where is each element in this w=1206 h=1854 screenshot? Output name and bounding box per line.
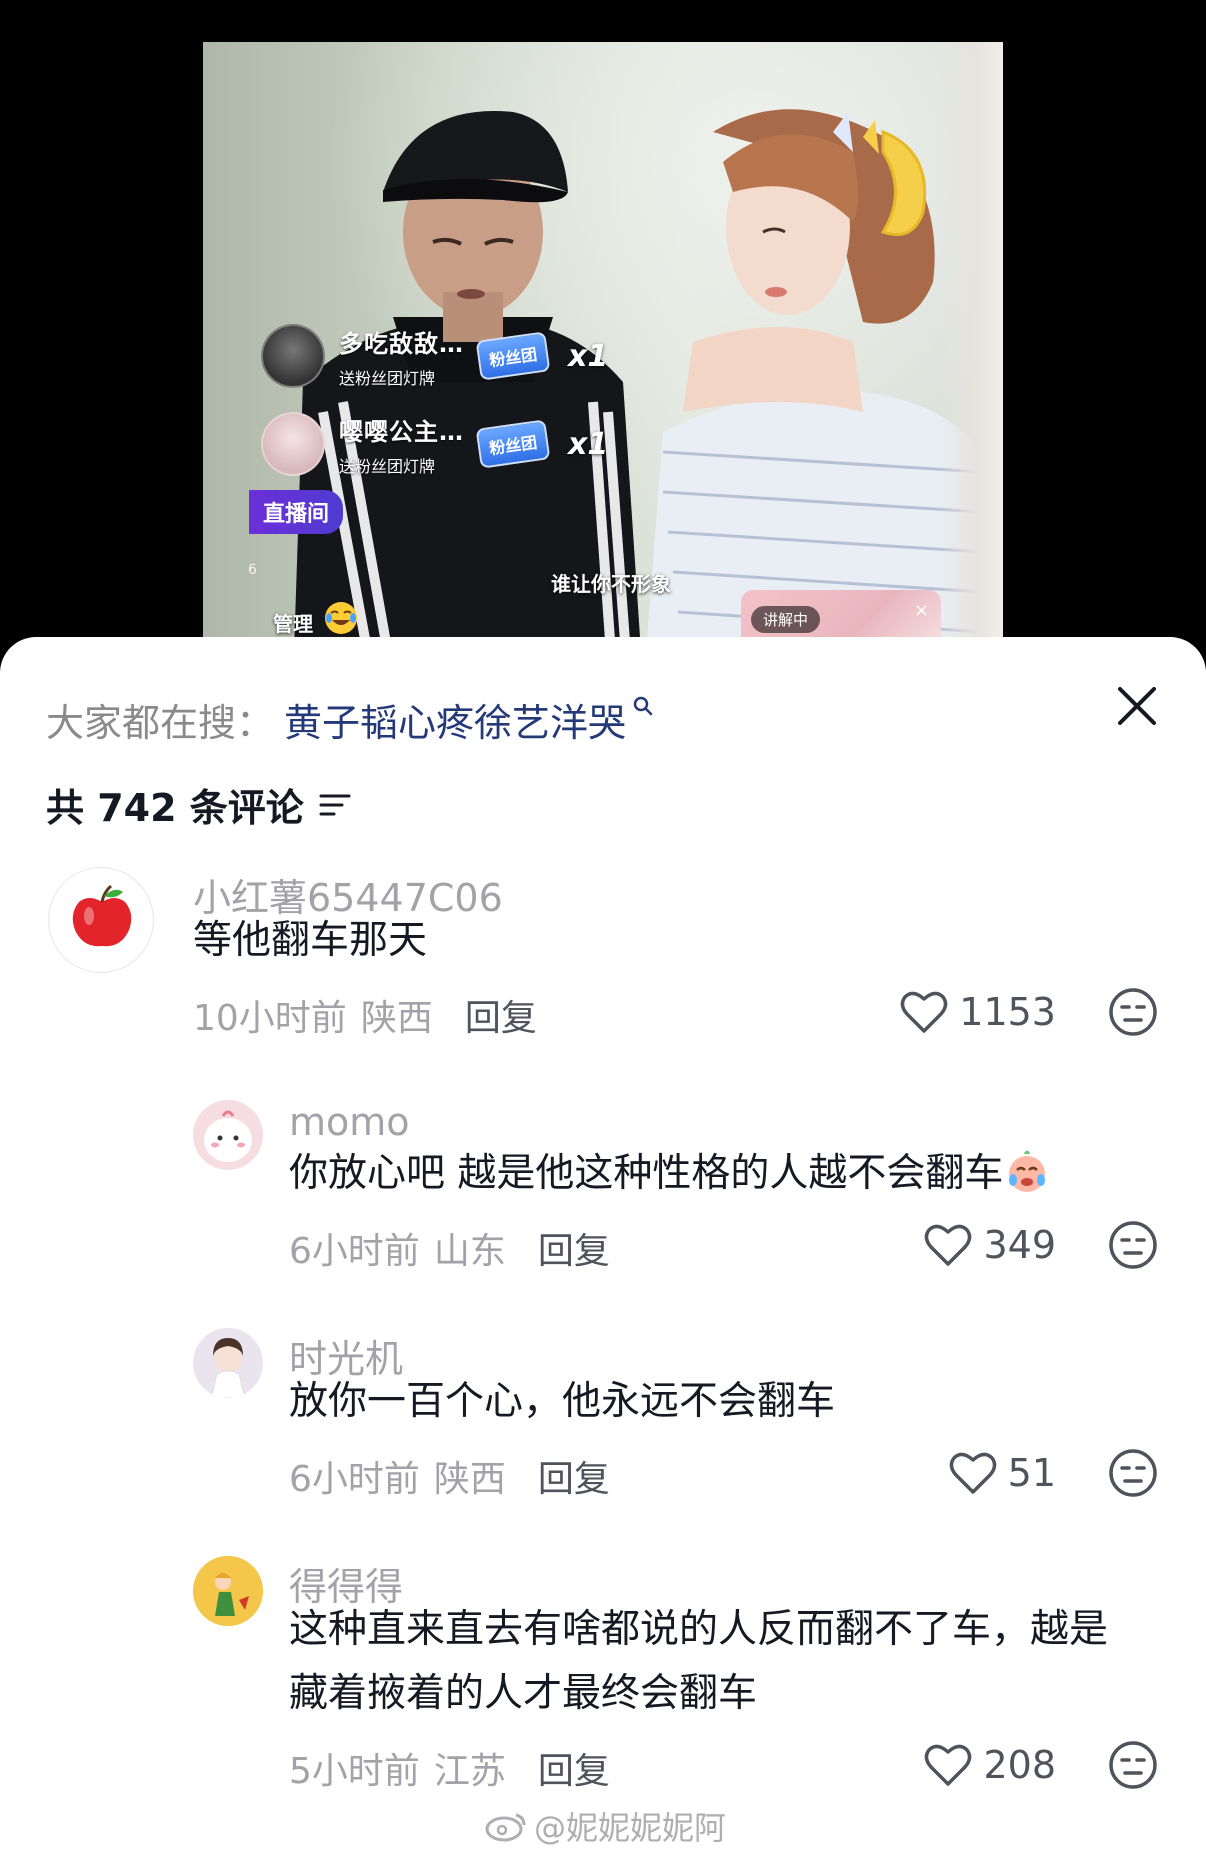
gifter-name: 嘤嘤公主… xyxy=(339,417,464,446)
dislike-face-icon[interactable] xyxy=(1108,987,1158,1037)
like-count: 208 xyxy=(983,1743,1056,1787)
comment-location: 江苏 xyxy=(433,1751,506,1792)
live-overlay-text: 谁让你不形象 xyxy=(551,572,671,596)
dislike-face-icon[interactable] xyxy=(1108,1220,1158,1270)
comment-text-content: 你放心吧 越是他这种性格的人越不会翻车 xyxy=(289,1151,1004,1196)
gifter-avatar xyxy=(261,412,325,476)
dislike-face-icon[interactable] xyxy=(1108,1740,1158,1790)
trending-search[interactable]: 大家都在搜： 黄子韬心疼徐艺洋哭 xyxy=(46,692,654,747)
search-term-link[interactable]: 黄子韬心疼徐艺洋哭 xyxy=(284,692,626,747)
comment-text: 等他翻车那天 xyxy=(193,918,428,963)
sort-filter-icon[interactable] xyxy=(318,790,352,820)
comment-text: 这种直来直去有啥都说的人反而翻不了车，越是藏着掖着的人才最终会翻车 xyxy=(289,1607,1109,1716)
comment-location: 山东 xyxy=(433,1231,506,1272)
little-prince-icon xyxy=(193,1556,263,1626)
viewer-level: 6 xyxy=(248,562,257,578)
crying-emoji-icon xyxy=(1009,1150,1046,1192)
reply-button[interactable]: 回复 xyxy=(465,989,537,1041)
live-room-tag[interactable]: 直播间 xyxy=(249,490,344,534)
comment-meta: 6小时前 陕西 回复 xyxy=(289,1450,610,1502)
reply-button[interactable]: 回复 xyxy=(538,1742,610,1794)
comment-author[interactable]: momo xyxy=(289,1100,410,1144)
comment-location: 陕西 xyxy=(360,998,433,1039)
search-label: 大家都在搜： xyxy=(46,701,275,745)
gift-notification: 多吃敌敌… 送粉丝团灯牌 粉丝团 x1 xyxy=(261,317,608,395)
reply-button[interactable]: 回复 xyxy=(538,1222,610,1274)
cartoon-avatar[interactable] xyxy=(193,1100,263,1170)
gifter-avatar xyxy=(261,324,325,388)
comment-count-header: 共 742 条评论 xyxy=(46,777,352,832)
reply-item: 得得得 这种直来直去有啥都说的人反而翻不了车，越是藏着掖着的人才最终会翻车 5小… xyxy=(0,1556,1206,1792)
girl-figure-icon xyxy=(210,1338,246,1398)
explain-status: 讲解中 xyxy=(751,606,821,633)
video-edge-blur xyxy=(937,42,1003,652)
apple-icon xyxy=(72,884,132,947)
weibo-logo-icon xyxy=(485,1813,526,1842)
comment-time: 10小时前 xyxy=(193,998,347,1039)
comment-location: 陕西 xyxy=(433,1459,506,1500)
comment-text: 放你一百个心，他永远不会翻车 xyxy=(289,1379,836,1424)
comment-time: 6小时前 xyxy=(289,1459,420,1500)
close-icon[interactable] xyxy=(1116,685,1158,727)
reply-button[interactable]: 回复 xyxy=(538,1450,610,1502)
cartoon-face-icon xyxy=(204,1110,252,1162)
fan-club-badge: 粉丝团 xyxy=(475,331,551,381)
little-prince-avatar[interactable] xyxy=(193,1556,263,1626)
weibo-watermark: @妮妮妮妮阿 xyxy=(484,1803,726,1849)
live-video[interactable]: 多吃敌敌… 送粉丝团灯牌 粉丝团 x1 嘤嘤公主… 送粉丝团灯牌 粉丝团 x1 … xyxy=(203,42,1003,652)
gifter-name: 多吃敌敌… xyxy=(339,329,464,358)
reply-item: momo 你放心吧 越是他这种性格的人越不会翻车 6小时前 山东 回复 349 xyxy=(0,1100,1206,1272)
explain-close-icon[interactable]: × xyxy=(914,600,929,621)
gift-description: 送粉丝团灯牌 xyxy=(339,368,436,388)
like-button[interactable]: 349 xyxy=(923,1222,1056,1268)
dislike-face-icon[interactable] xyxy=(1108,1448,1158,1498)
comment-item: 小红薯65447C06 等他翻车那天 10小时前 陕西 回复 1153 xyxy=(0,867,1206,1039)
manage-tag: 管理 xyxy=(273,612,313,636)
like-count: 349 xyxy=(983,1223,1056,1267)
comment-meta: 5小时前 江苏 回复 xyxy=(289,1742,610,1794)
heart-icon xyxy=(949,1452,996,1494)
like-count: 51 xyxy=(1007,1451,1056,1495)
comment-text: 你放心吧 越是他这种性格的人越不会翻车 xyxy=(289,1142,1051,1206)
laugh-cry-emoji-icon xyxy=(325,602,357,634)
watermark-text: @妮妮妮妮阿 xyxy=(534,1809,727,1847)
comment-time: 5小时前 xyxy=(289,1751,420,1792)
gift-description: 送粉丝团灯牌 xyxy=(339,456,436,476)
like-count: 1153 xyxy=(959,990,1056,1034)
comment-sheet: 大家都在搜： 黄子韬心疼徐艺洋哭 共 742 条评论 小红薯65447C06 等… xyxy=(0,637,1206,1854)
heart-icon xyxy=(901,991,948,1033)
girl-avatar[interactable] xyxy=(193,1328,263,1398)
apple-avatar[interactable] xyxy=(48,867,154,973)
gift-notification: 嘤嘤公主… 送粉丝团灯牌 粉丝团 x1 xyxy=(261,405,608,483)
comment-meta: 10小时前 陕西 回复 xyxy=(193,989,537,1041)
fan-club-badge: 粉丝团 xyxy=(475,419,551,469)
comment-count: 共 742 条评论 xyxy=(46,786,304,830)
like-button[interactable]: 51 xyxy=(948,1450,1056,1496)
like-button[interactable]: 1153 xyxy=(899,989,1056,1035)
search-icon xyxy=(633,696,653,715)
like-button[interactable]: 208 xyxy=(923,1742,1056,1788)
gift-count: x1 xyxy=(568,338,609,374)
reply-item: 时光机 放你一百个心，他永远不会翻车 6小时前 陕西 回复 51 xyxy=(0,1328,1206,1500)
comment-meta: 6小时前 山东 回复 xyxy=(289,1222,610,1274)
heart-icon xyxy=(925,1744,972,1786)
heart-icon xyxy=(925,1224,972,1266)
gift-count: x1 xyxy=(568,426,609,462)
comment-time: 6小时前 xyxy=(289,1231,420,1272)
